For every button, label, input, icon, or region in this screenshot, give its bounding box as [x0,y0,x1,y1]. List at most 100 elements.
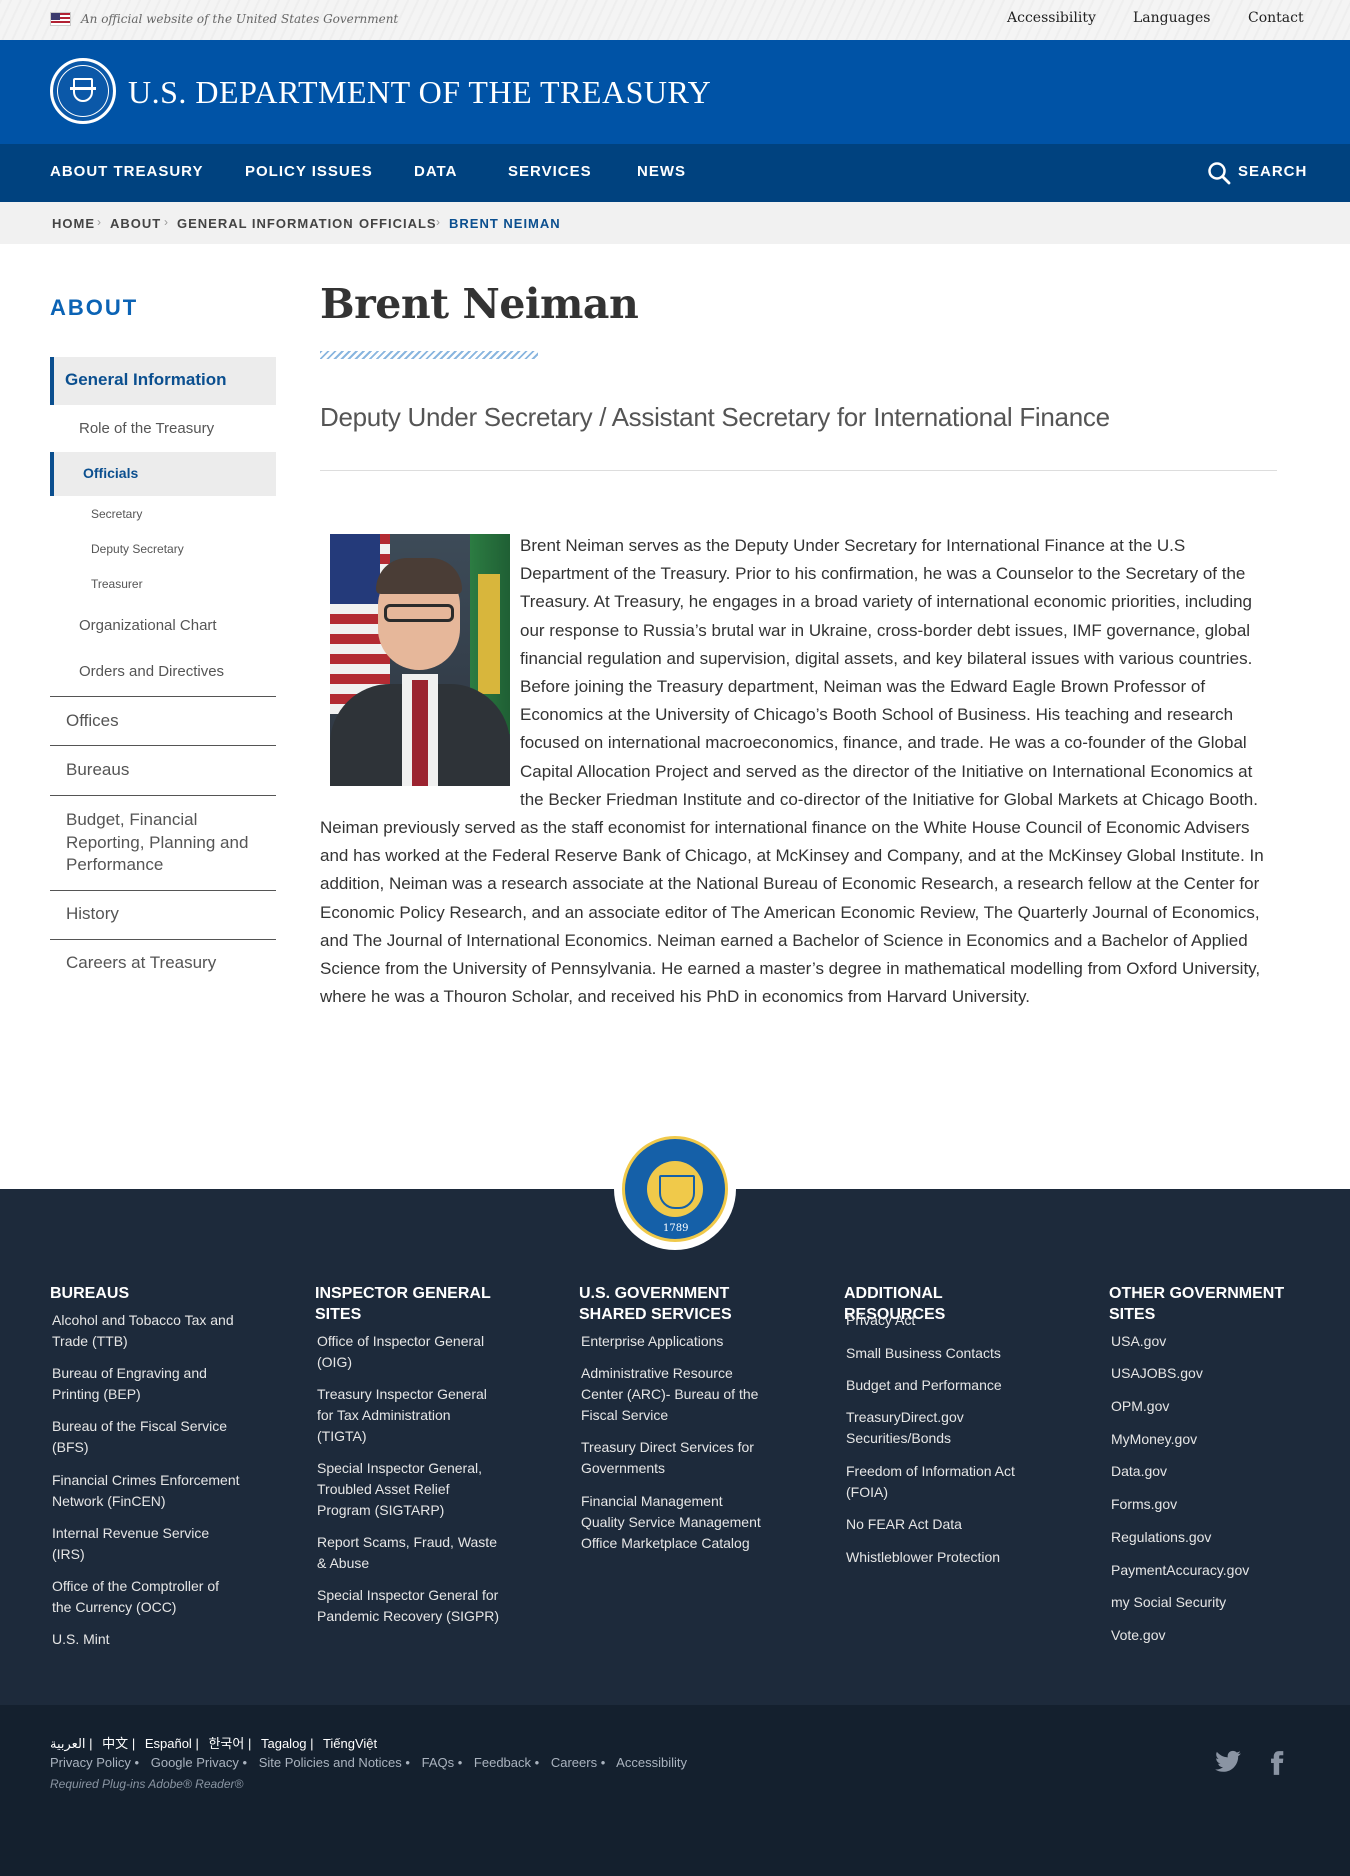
breadcrumb: HOME › ABOUT › GENERAL INFORMATION › OFF… [0,202,1350,244]
breadcrumb-general-information[interactable]: GENERAL INFORMATION [177,216,354,231]
official-position-title: Deputy Under Secretary / Assistant Secre… [320,402,1110,432]
sidebar-item-secretary[interactable]: Secretary [50,504,276,526]
privacy-policy-link[interactable]: Privacy Policy [50,1755,131,1770]
footer-bureaus-heading: BUREAUS [50,1285,130,1302]
nav-data[interactable]: DATA [414,163,457,180]
footer-link[interactable]: Small Business Contacts [846,1343,1036,1364]
language-link-korean[interactable]: 한국어 [208,1736,244,1751]
languages-link[interactable]: Languages [1133,10,1210,26]
sidebar-item-label: Offices [66,711,119,730]
sidebar-item-role-of-treasury[interactable]: Role of the Treasury [50,414,276,444]
footer-link[interactable]: my Social Security [1111,1592,1301,1613]
language-link-tagalog[interactable]: Tagalog [261,1736,307,1751]
nav-services[interactable]: SERVICES [508,163,592,180]
site-policies-link[interactable]: Site Policies and Notices [259,1755,402,1770]
footer-link[interactable]: U.S. Mint [52,1629,242,1650]
footer-link[interactable]: Enterprise Applications [581,1331,771,1352]
sidebar-item-label: Officials [83,465,139,481]
google-privacy-link[interactable]: Google Privacy [151,1755,239,1770]
sidebar-item-deputy-secretary[interactable]: Deputy Secretary [50,539,276,561]
required-plugins-text: Required Plug-ins Adobe® Reader® [50,1777,244,1791]
site-title[interactable]: U.S. DEPARTMENT OF THE TREASURY [128,74,711,111]
footer-link[interactable]: Bureau of the Fiscal Service (BFS) [52,1416,242,1458]
nav-policy-issues[interactable]: POLICY ISSUES [245,163,373,180]
sidebar-item-label: History [66,904,119,923]
sidebar-item-label: Organizational Chart [79,617,217,634]
sidebar-divider [50,795,276,796]
footer-link[interactable]: Report Scams, Fraud, Waste & Abuse [317,1532,497,1574]
footer-other-gov-sites-heading: OTHER GOVERNMENT SITES [1109,1285,1285,1323]
chevron-right-icon: › [97,215,101,229]
twitter-icon[interactable] [1213,1748,1243,1778]
footer-link[interactable]: Alcohol and Tobacco Tax and Trade (TTB) [52,1310,242,1352]
footer-link[interactable]: Freedom of Information Act (FOIA) [846,1461,1026,1503]
language-links: العربية | 中文 | Español | 한국어 | Tagalog |… [50,1736,378,1751]
footer-link[interactable]: PaymentAccuracy.gov [1111,1560,1301,1581]
contact-link[interactable]: Contact [1248,10,1304,26]
chevron-right-icon: › [436,215,440,229]
footer-link[interactable]: Budget and Performance [846,1375,1036,1396]
footer-link[interactable]: No FEAR Act Data [846,1514,1036,1535]
sidebar-divider [50,696,276,697]
footer-link[interactable]: MyMoney.gov [1111,1429,1301,1450]
footer-link[interactable]: Treasury Inspector General for Tax Admin… [317,1384,497,1447]
sidebar-item-treasurer[interactable]: Treasurer [50,574,276,596]
sidebar-item-offices[interactable]: Offices [50,700,276,744]
treasury-seal-logo[interactable] [50,58,116,124]
breadcrumb-home[interactable]: HOME [52,216,95,231]
footer-link[interactable]: Data.gov [1111,1461,1301,1482]
sidebar-item-bureaus[interactable]: Bureaus [50,749,276,793]
careers-link[interactable]: Careers [551,1755,597,1770]
language-link-arabic[interactable]: العربية [50,1736,86,1751]
footer-link[interactable]: Forms.gov [1111,1494,1301,1515]
footer-link[interactable]: Treasury Direct Services for Governments [581,1437,766,1479]
sidebar-item-history[interactable]: History [50,894,276,938]
footer-link[interactable]: TreasuryDirect.gov Securities/Bonds [846,1407,1006,1449]
faqs-link[interactable]: FAQs [422,1755,455,1770]
feedback-link[interactable]: Feedback [474,1755,531,1770]
footer-link[interactable]: Financial Management Quality Service Man… [581,1491,766,1554]
breadcrumb-officials[interactable]: OFFICIALS [359,216,437,231]
page-title: Brent Neiman [320,280,639,328]
footer-link[interactable]: Bureau of Engraving and Printing (BEP) [52,1363,242,1405]
footer-link[interactable]: Internal Revenue Service (IRS) [52,1523,222,1565]
title-underline-decoration [320,351,538,359]
footer-link[interactable]: Administrative Resource Center (ARC)- Bu… [581,1363,766,1426]
sidebar-item-label: Treasurer [91,577,143,591]
facebook-icon[interactable] [1264,1748,1294,1778]
search-label: SEARCH [1238,163,1308,180]
footer-link[interactable]: Regulations.gov [1111,1527,1301,1548]
footer-link[interactable]: USA.gov [1111,1331,1301,1352]
footer-link[interactable]: Vote.gov [1111,1625,1301,1646]
biography-text-container: Brent Neiman serves as the Deputy Under … [320,532,1277,1011]
sidebar-item-budget-financial-reporting[interactable]: Budget, Financial Reporting, Planning an… [50,799,276,889]
treasury-seal-footer-logo: 1789 [614,1128,736,1250]
nav-about-treasury[interactable]: ABOUT TREASURY [50,163,203,180]
sidebar-item-general-information[interactable]: General Information [50,357,276,405]
footer-link[interactable]: USAJOBS.gov [1111,1363,1301,1384]
sidebar-item-orders-and-directives[interactable]: Orders and Directives [50,657,276,687]
sidebar-item-label: Budget, Financial Reporting, Planning an… [66,810,249,874]
footer-link[interactable]: OPM.gov [1111,1396,1301,1417]
footer-link[interactable]: Office of Inspector General (OIG) [317,1331,497,1373]
sidebar-item-label: Bureaus [66,760,130,779]
sidebar-item-label: Orders and Directives [79,663,225,680]
language-link-vietnamese[interactable]: TiếngViệt [323,1736,377,1751]
site-header: U.S. DEPARTMENT OF THE TREASURY [0,40,1350,144]
footer-link[interactable]: Privacy Act [846,1310,1036,1331]
footer-link[interactable]: Special Inspector General, Troubled Asse… [317,1458,497,1521]
sidebar-divider [50,745,276,746]
sidebar-item-careers-at-treasury[interactable]: Careers at Treasury [50,943,276,987]
footer-link[interactable]: Special Inspector General for Pandemic R… [317,1585,507,1627]
sidebar-item-organizational-chart[interactable]: Organizational Chart [50,611,276,641]
footer-link[interactable]: Financial Crimes Enforcement Network (Fi… [52,1470,242,1512]
nav-news[interactable]: NEWS [637,163,686,180]
footer-accessibility-link[interactable]: Accessibility [616,1755,687,1770]
language-link-spanish[interactable]: Español [145,1736,192,1751]
sidebar-item-officials[interactable]: Officials [50,452,276,496]
footer-link[interactable]: Whistleblower Protection [846,1547,1036,1568]
footer-link[interactable]: Office of the Comptroller of the Currenc… [52,1576,242,1618]
language-link-chinese[interactable]: 中文 [102,1736,128,1751]
accessibility-link[interactable]: Accessibility [1007,10,1096,26]
breadcrumb-about[interactable]: ABOUT [110,216,161,231]
